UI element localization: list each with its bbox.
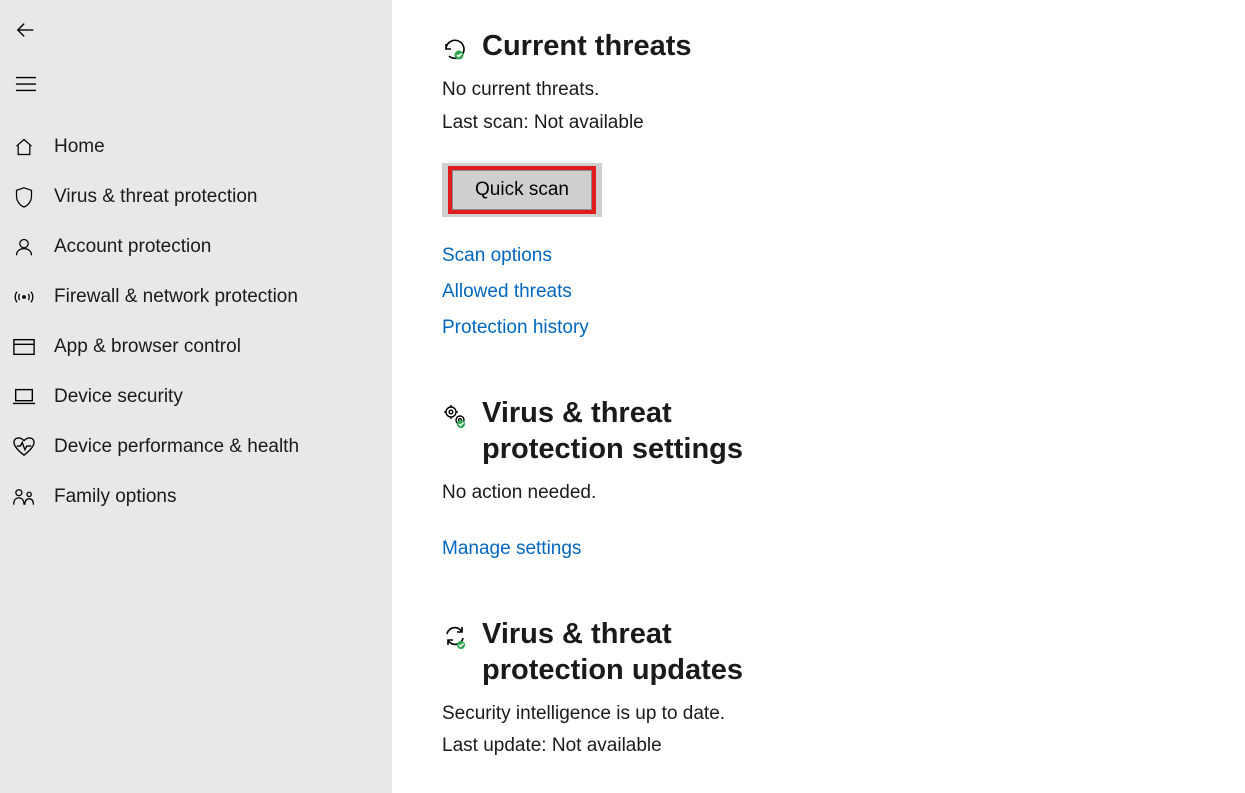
allowed-threats-link[interactable]: Allowed threats	[442, 281, 1205, 303]
nav-list: Home Virus & threat protection Acco	[0, 122, 392, 522]
sidebar-item-app-browser[interactable]: App & browser control	[0, 322, 392, 372]
sidebar-item-performance-health[interactable]: Device performance & health	[0, 422, 392, 472]
sidebar-item-home[interactable]: Home	[0, 122, 392, 172]
sidebar-item-firewall[interactable]: Firewall & network protection	[0, 272, 392, 322]
laptop-icon	[8, 381, 40, 413]
back-arrow-icon	[15, 19, 37, 41]
sidebar-item-label: Device security	[54, 386, 183, 408]
menu-button[interactable]	[6, 64, 46, 104]
section-title: Virus & threat protection updates	[482, 616, 802, 689]
sidebar-item-label: Firewall & network protection	[54, 286, 298, 308]
sidebar-item-label: Family options	[54, 486, 177, 508]
person-icon	[8, 231, 40, 263]
sidebar-item-label: Account protection	[54, 236, 211, 258]
protection-history-link[interactable]: Protection history	[442, 317, 1205, 339]
sidebar-item-label: App & browser control	[54, 336, 241, 358]
section-vtp-settings: Virus & threat protection settings No ac…	[442, 395, 1205, 560]
section-current-threats: Current threats No current threats. Last…	[442, 28, 1205, 339]
quick-scan-button[interactable]: Quick scan	[452, 170, 592, 210]
quick-scan-highlight: Quick scan	[448, 166, 596, 214]
threats-status-text: No current threats.	[442, 74, 1205, 106]
section-vtp-updates: Virus & threat protection updates Securi…	[442, 616, 1205, 793]
settings-status-text: No action needed.	[442, 477, 1205, 509]
home-icon	[8, 131, 40, 163]
updates-status-text: Security intelligence is up to date.	[442, 698, 1205, 730]
main-content: Current threats No current threats. Last…	[392, 0, 1245, 793]
last-scan-text: Last scan: Not available	[442, 107, 1205, 139]
sidebar: Home Virus & threat protection Acco	[0, 0, 392, 793]
manage-settings-link[interactable]: Manage settings	[442, 538, 1205, 560]
app-window-icon	[8, 331, 40, 363]
sidebar-item-virus-threat[interactable]: Virus & threat protection	[0, 172, 392, 222]
scan-history-icon	[442, 36, 470, 64]
section-title: Virus & threat protection settings	[482, 395, 802, 468]
heart-pulse-icon	[8, 431, 40, 463]
quick-scan-wrapper: Quick scan	[442, 163, 602, 217]
back-button[interactable]	[6, 10, 46, 50]
gear-icon	[442, 403, 470, 431]
sidebar-item-device-security[interactable]: Device security	[0, 372, 392, 422]
sidebar-item-label: Virus & threat protection	[54, 186, 257, 208]
shield-icon	[8, 181, 40, 213]
sidebar-item-label: Device performance & health	[54, 436, 299, 458]
scan-options-link[interactable]: Scan options	[442, 245, 1205, 267]
sidebar-item-label: Home	[54, 136, 105, 158]
family-icon	[8, 481, 40, 513]
last-update-text: Last update: Not available	[442, 730, 1205, 762]
hamburger-icon	[15, 75, 37, 93]
sidebar-item-family-options[interactable]: Family options	[0, 472, 392, 522]
section-title: Current threats	[482, 28, 692, 64]
refresh-icon	[442, 624, 470, 652]
sidebar-item-account-protection[interactable]: Account protection	[0, 222, 392, 272]
broadcast-icon	[8, 281, 40, 313]
